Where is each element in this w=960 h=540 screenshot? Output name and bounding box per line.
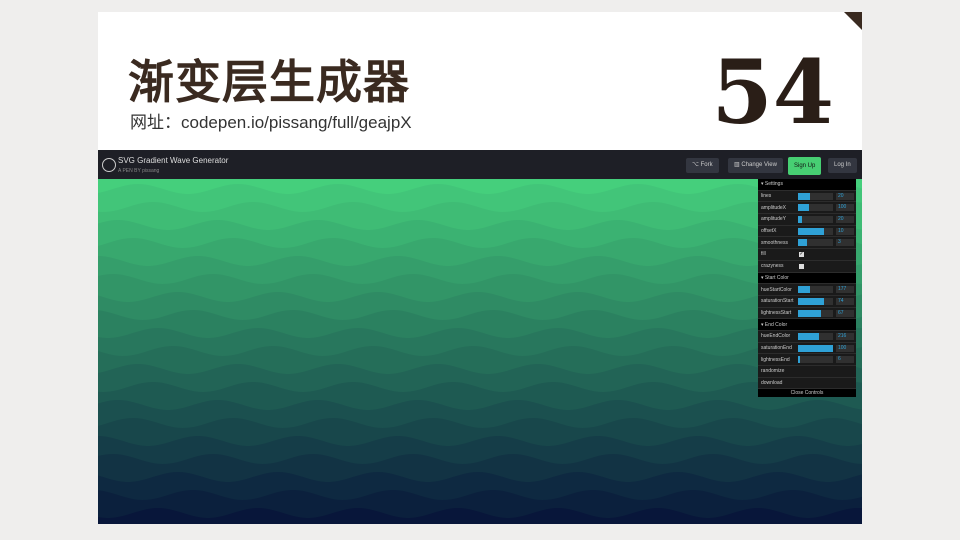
slider-fill: [798, 286, 811, 294]
change-view-button[interactable]: ▥ Change View: [728, 158, 783, 173]
slider-label: lines: [761, 193, 772, 200]
amplitudeY-slider[interactable]: [798, 216, 833, 224]
slide-url: 网址：codepen.io/pissang/full/geajpX: [130, 113, 412, 132]
saturationEnd-value-input[interactable]: 100: [836, 344, 854, 352]
hueStartColor-control[interactable]: hueStartColor 177: [758, 284, 856, 296]
codepen-frame: SVG Gradient Wave Generator A PEN BY pis…: [98, 150, 862, 524]
slider-fill: [798, 297, 824, 305]
smoothness-control[interactable]: smoothness 3: [758, 237, 856, 250]
amplitudeX-slider[interactable]: [798, 204, 833, 212]
lightnessEnd-control[interactable]: lightnessEnd 6: [758, 354, 856, 366]
lightnessStart-value-input[interactable]: 67: [836, 309, 854, 317]
lightnessStart-control[interactable]: lightnessStart 67: [758, 308, 856, 320]
slider-label: offsetX: [761, 228, 777, 235]
slider-label: amplitudeX: [761, 204, 787, 211]
hueEndColor-value-input[interactable]: 216: [836, 332, 854, 340]
slider-label: lightnessStart: [761, 309, 792, 316]
log-in-button[interactable]: Log In: [828, 158, 857, 173]
wave-canvas: [98, 179, 862, 524]
slider-label: hueStartColor: [761, 286, 792, 293]
fork-button[interactable]: ⌥ Fork: [686, 158, 719, 173]
lines-value-input[interactable]: 20: [836, 192, 854, 200]
lightnessEnd-slider[interactable]: [798, 356, 833, 364]
pen-title: SVG Gradient Wave Generator: [118, 156, 229, 165]
amplitudeY-control[interactable]: amplitudeY 20: [758, 214, 856, 226]
slide-header: 渐变层生成器 网址：codepen.io/pissang/full/geajpX…: [98, 12, 862, 150]
hueEndColor-slider[interactable]: [798, 332, 833, 340]
amplitudeX-value-input[interactable]: 100: [836, 204, 854, 212]
crazyness-checkbox[interactable]: [799, 263, 804, 269]
end-color-folder[interactable]: ▾ End Color: [758, 319, 856, 331]
sign-up-button[interactable]: Sign Up: [788, 157, 822, 175]
start-color-folder[interactable]: ▾ Start Color: [758, 272, 856, 285]
slider-fill: [798, 204, 809, 212]
saturationEnd-slider[interactable]: [798, 344, 833, 352]
fill-checkbox[interactable]: ✓: [799, 252, 804, 258]
corner-decoration: [844, 12, 862, 30]
slider-fill: [798, 344, 833, 352]
lightnessEnd-value-input[interactable]: 6: [836, 356, 854, 364]
offsetX-control[interactable]: offsetX 10: [758, 226, 856, 238]
amplitudeX-control[interactable]: amplitudeX 100: [758, 202, 856, 215]
amplitudeY-value-input[interactable]: 20: [836, 216, 854, 224]
slider-fill: [798, 309, 822, 317]
lines-slider[interactable]: [798, 192, 833, 200]
codepen-header: SVG Gradient Wave Generator A PEN BY pis…: [98, 150, 862, 179]
slide-title: 渐变层生成器: [128, 46, 410, 112]
slider-label: saturationStart: [761, 298, 794, 305]
randomize-button[interactable]: randomize: [758, 366, 856, 378]
hueEndColor-control[interactable]: hueEndColor 216: [758, 331, 856, 343]
controls-panel: ▾ Settings lines 20 amplitudeX 100 amplitude…: [758, 179, 856, 398]
offsetX-value-input[interactable]: 10: [836, 227, 854, 235]
crazyness-label: crazyness: [761, 263, 784, 270]
codepen-logo-icon[interactable]: [102, 158, 116, 172]
offsetX-slider[interactable]: [798, 227, 833, 235]
smoothness-slider[interactable]: [798, 239, 833, 247]
slider-label: lightnessEnd: [761, 356, 790, 363]
slider-label: hueEndColor: [761, 333, 791, 340]
lines-control[interactable]: lines 20: [758, 191, 856, 203]
crazyness-control[interactable]: crazyness: [758, 261, 856, 273]
download-button[interactable]: download: [758, 378, 856, 390]
slider-fill: [798, 227, 825, 235]
lightnessStart-slider[interactable]: [798, 309, 833, 317]
saturationEnd-control[interactable]: saturationEnd 100: [758, 343, 856, 355]
slide-number: 54: [711, 40, 834, 144]
smoothness-value-input[interactable]: 3: [836, 239, 854, 247]
settings-folder[interactable]: ▾ Settings: [758, 179, 856, 191]
saturationStart-slider[interactable]: [798, 297, 833, 305]
slider-fill: [798, 216, 802, 224]
hueStartColor-slider[interactable]: [798, 286, 833, 294]
slider-fill: [798, 192, 811, 200]
slider-fill: [798, 239, 807, 247]
slider-fill: [798, 356, 801, 364]
slider-fill: [798, 332, 819, 340]
wave-svg: [98, 179, 862, 524]
close-controls-button[interactable]: Close Controls: [758, 389, 856, 398]
fill-control[interactable]: fill ✓: [758, 249, 856, 261]
saturationStart-control[interactable]: saturationStart 74: [758, 296, 856, 308]
fill-label: fill: [761, 251, 766, 258]
slider-label: saturationEnd: [761, 344, 792, 351]
saturationStart-value-input[interactable]: 74: [836, 297, 854, 305]
hueStartColor-value-input[interactable]: 177: [836, 286, 854, 294]
slider-label: smoothness: [761, 239, 788, 246]
pen-author[interactable]: A PEN BY pissang: [118, 168, 159, 174]
slider-label: amplitudeY: [761, 216, 787, 223]
